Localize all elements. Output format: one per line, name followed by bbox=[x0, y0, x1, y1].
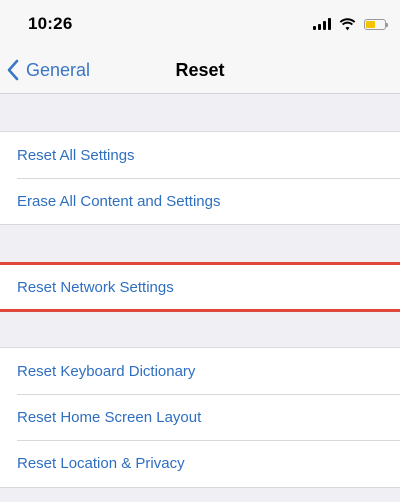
navigation-bar: General Reset bbox=[0, 46, 400, 94]
reset-keyboard-dictionary-row[interactable]: Reset Keyboard Dictionary bbox=[0, 348, 400, 394]
status-icons bbox=[313, 15, 388, 33]
wifi-icon bbox=[339, 17, 356, 30]
reset-group-other: Reset Keyboard Dictionary Reset Home Scr… bbox=[0, 347, 400, 488]
reset-home-screen-layout-row[interactable]: Reset Home Screen Layout bbox=[0, 394, 400, 440]
reset-group-general: Reset All Settings Erase All Content and… bbox=[0, 131, 400, 225]
reset-network-settings-row[interactable]: Reset Network Settings bbox=[0, 265, 400, 309]
row-label: Erase All Content and Settings bbox=[17, 192, 221, 210]
status-time: 10:26 bbox=[28, 14, 73, 33]
erase-all-content-row[interactable]: Erase All Content and Settings bbox=[0, 178, 400, 224]
row-label: Reset Home Screen Layout bbox=[17, 408, 202, 426]
reset-group-network-highlighted: Reset Network Settings bbox=[0, 262, 400, 312]
status-bar: 10:26 bbox=[0, 0, 400, 46]
row-label: Reset Location & Privacy bbox=[17, 454, 185, 472]
page-title: Reset bbox=[175, 60, 225, 80]
battery-icon bbox=[364, 18, 388, 30]
battery-level bbox=[366, 20, 375, 28]
row-label: Reset All Settings bbox=[17, 146, 135, 164]
reset-location-privacy-row[interactable]: Reset Location & Privacy bbox=[0, 440, 400, 486]
row-label: Reset Network Settings bbox=[17, 278, 174, 296]
row-label: Reset Keyboard Dictionary bbox=[17, 362, 196, 380]
reset-all-settings-row[interactable]: Reset All Settings bbox=[0, 132, 400, 178]
cellular-signal-icon bbox=[313, 18, 331, 30]
